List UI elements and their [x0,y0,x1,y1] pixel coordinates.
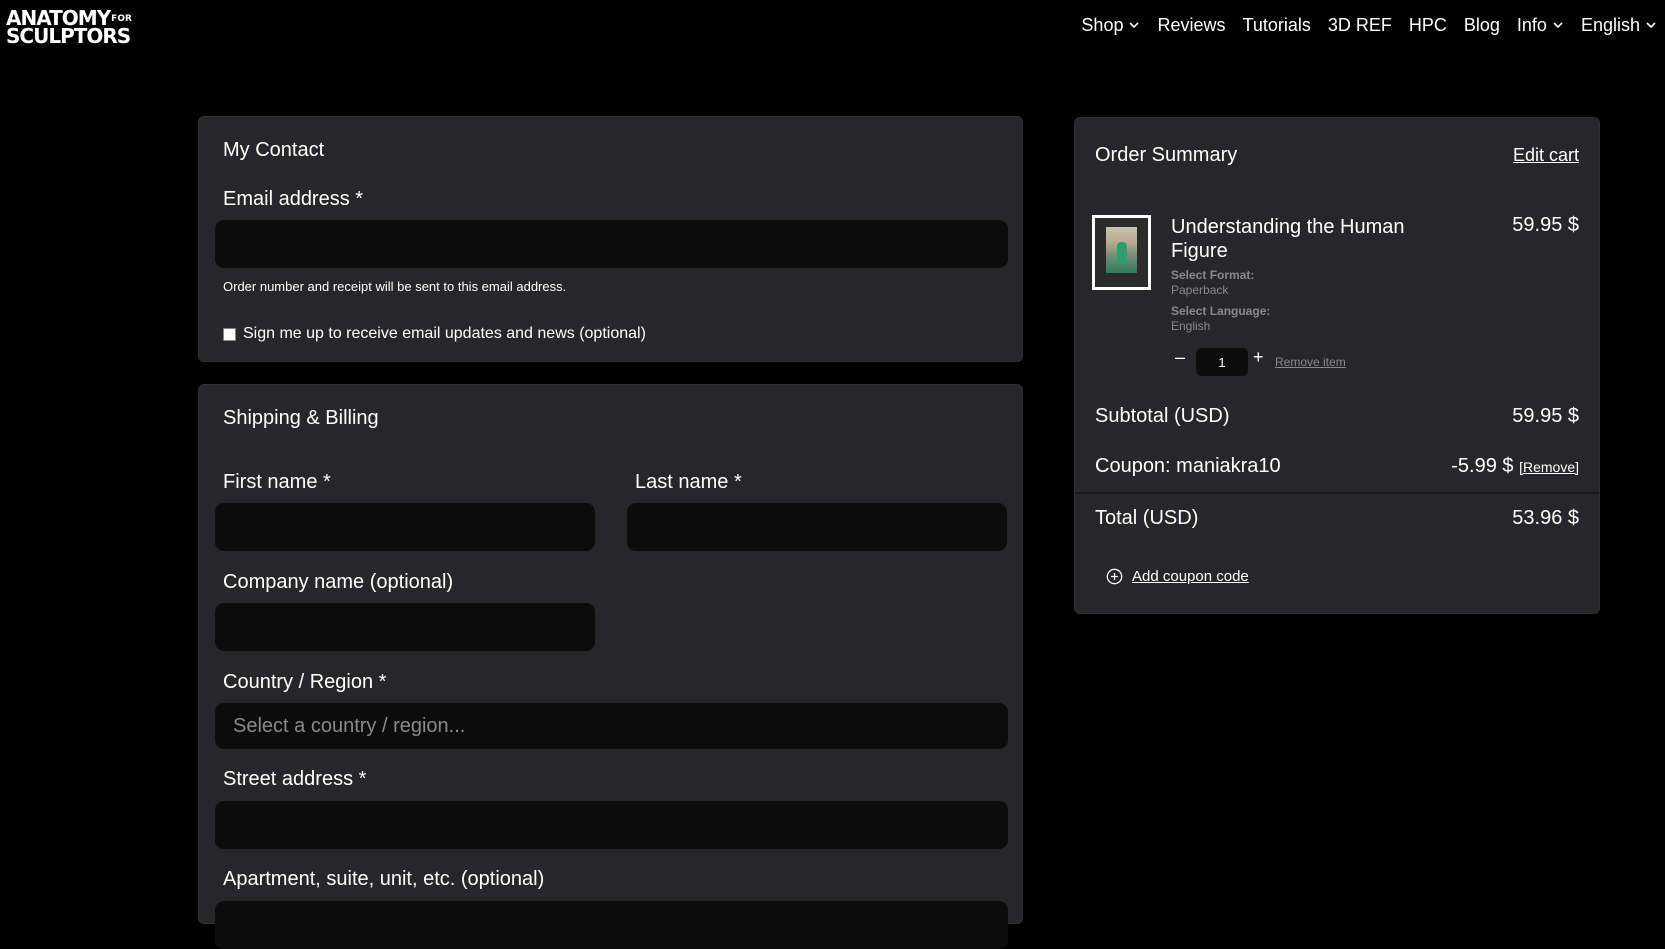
country-select[interactable] [215,703,1008,749]
order-summary-panel: Order Summary Edit cart Understanding th… [1074,117,1600,614]
last-name-label: Last name * [635,471,742,493]
email-label: Email address * [223,188,364,210]
street-label: Street address * [223,768,367,790]
newsletter-checkbox[interactable] [223,327,236,341]
product-price: 59.95 $ [1512,214,1579,236]
nav-item-3d-ref[interactable]: 3D REF [1328,15,1392,36]
last-name-field[interactable] [627,503,1007,551]
company-field[interactable] [215,603,595,651]
product-thumbnail[interactable] [1092,215,1151,290]
email-help-text: Order number and receipt will be sent to… [223,279,567,294]
quantity-decrease-button[interactable]: – [1175,347,1185,368]
add-coupon-row[interactable]: Add coupon code [1106,568,1249,585]
company-label: Company name (optional) [223,571,454,593]
coupon-label: Coupon: maniakra10 [1095,455,1281,477]
newsletter-row: Sign me up to receive email updates and … [223,325,646,343]
brand-logo-line2: SCULPTORS [6,24,131,48]
quantity-increase-button[interactable]: + [1253,347,1264,368]
product-name[interactable]: Understanding the Human Figure [1171,215,1421,263]
subtotal-value: 59.95 $ [1512,405,1579,427]
first-name-field[interactable] [215,503,595,551]
nav-item-label: Reviews [1157,14,1226,35]
chevron-down-icon [1553,22,1563,29]
nav-item-label: Blog [1463,14,1500,35]
format-value: Paperback [1171,283,1229,297]
nav-item-label: Tutorials [1242,14,1311,35]
total-value: 53.96 $ [1512,507,1579,529]
book-cover-figure [1117,242,1127,264]
newsletter-label: Sign me up to receive email updates and … [243,325,646,342]
quantity-field[interactable]: 1 [1196,348,1248,376]
main-nav: Shop Reviews Tutorials 3D REF HPC Blog I… [1064,14,1657,36]
remove-coupon-link[interactable]: [Remove] [1519,459,1579,475]
language-value: English [1171,319,1211,333]
shipping-title: Shipping & Billing [223,407,379,429]
nav-item-tutorials[interactable]: Tutorials [1243,15,1311,36]
edit-cart-link[interactable]: Edit cart [1513,145,1579,166]
brand-logo[interactable]: ANATOMYFOR SCULPTORS [6,5,132,46]
coupon-value: -5.99 $ [1451,455,1514,477]
nav-item-reviews[interactable]: Reviews [1157,15,1225,36]
nav-item-label: HPC [1408,14,1447,35]
first-name-label: First name * [223,471,331,493]
total-label: Total (USD) [1095,507,1199,529]
nav-item-label: Info [1516,14,1547,35]
chevron-down-icon [1129,22,1140,29]
format-label: Select Format: [1171,268,1255,282]
nav-item-info[interactable]: Info [1517,15,1564,36]
plus-circle-icon [1106,568,1123,585]
nav-item-hpc[interactable]: HPC [1409,15,1447,36]
summary-divider [1075,492,1599,494]
email-field[interactable] [215,220,1008,268]
nav-item-label: English [1580,14,1640,35]
apartment-field[interactable] [215,901,1008,949]
nav-item-shop[interactable]: Shop [1081,15,1140,36]
nav-item-label: 3D REF [1327,14,1392,35]
country-label: Country / Region * [223,671,387,693]
nav-item-blog[interactable]: Blog [1464,15,1500,36]
apartment-label: Apartment, suite, unit, etc. (optional) [223,868,545,890]
street-address-field[interactable] [215,801,1008,849]
nav-item-language[interactable]: English [1581,15,1657,36]
subtotal-label: Subtotal (USD) [1095,405,1230,427]
remove-item-link[interactable]: Remove item [1275,355,1346,369]
chevron-down-icon [1646,22,1656,29]
shipping-panel: Shipping & Billing First name * Last nam… [198,384,1023,949]
nav-item-label: Shop [1081,14,1124,35]
language-label: Select Language: [1171,304,1271,318]
add-coupon-link[interactable]: Add coupon code [1132,568,1249,585]
contact-title: My Contact [223,139,325,161]
order-summary-title: Order Summary [1095,144,1238,166]
contact-panel: My Contact Email address * Order number … [198,116,1023,362]
coupon-row-right: -5.99 $ [Remove] [1451,455,1579,478]
